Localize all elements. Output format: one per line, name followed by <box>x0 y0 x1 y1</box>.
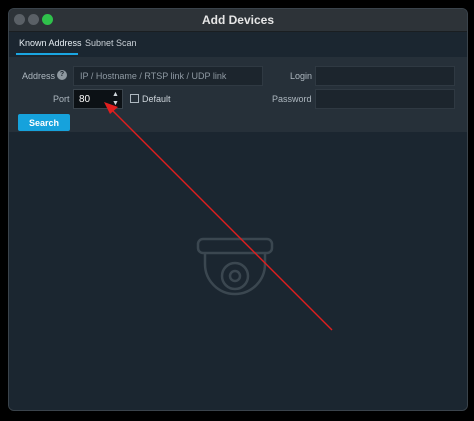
address-label: Address <box>22 71 56 81</box>
help-icon[interactable]: ? <box>57 70 67 80</box>
dome-camera-icon <box>196 237 274 296</box>
device-list-area <box>9 132 467 410</box>
default-checkbox-label: Default <box>142 94 171 104</box>
chevron-down-icon[interactable]: ▼ <box>111 100 120 108</box>
chevron-up-icon[interactable]: ▲ <box>111 91 120 99</box>
address-form-panel: Address ? Login Port 80 ▲ ▼ Default Pass… <box>9 57 467 132</box>
address-input[interactable] <box>73 66 263 86</box>
port-stepper[interactable]: 80 ▲ ▼ <box>73 89 123 109</box>
add-devices-window: Add Devices Known Address Subnet Scan Ad… <box>8 8 468 411</box>
title-bar: Add Devices <box>9 9 467 32</box>
password-label: Password <box>272 94 312 104</box>
port-value[interactable]: 80 <box>79 94 90 105</box>
tab-subnet-scan[interactable]: Subnet Scan <box>85 38 137 48</box>
window-title: Add Devices <box>201 13 275 27</box>
login-label: Login <box>290 71 313 81</box>
password-input[interactable] <box>315 89 455 109</box>
default-checkbox[interactable] <box>130 94 139 103</box>
login-input[interactable] <box>315 66 455 86</box>
port-label: Port <box>53 94 70 104</box>
tab-known-address[interactable]: Known Address <box>19 38 82 48</box>
active-tab-indicator <box>16 53 78 55</box>
tab-bar: Known Address Subnet Scan <box>9 32 467 58</box>
search-button[interactable]: Search <box>18 114 70 131</box>
